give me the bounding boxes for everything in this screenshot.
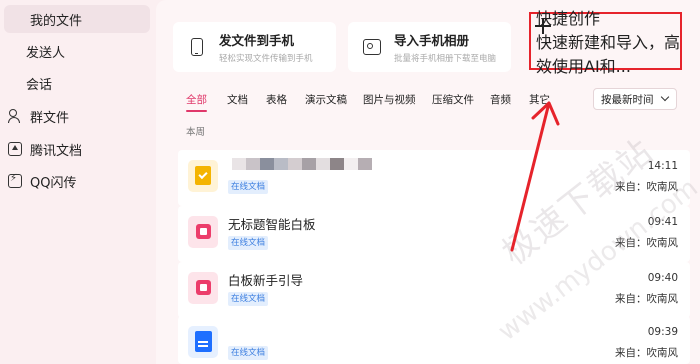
grid-icon: [8, 12, 22, 26]
quick-create-highlight: 快捷创作 快速新建和导入，高效使用AI和...: [529, 9, 682, 76]
file-source: 来自：吹南风: [615, 347, 678, 359]
file-row[interactable]: 在线文档 09:39 来自：吹南风: [178, 316, 690, 364]
card-subtitle: 批量将手机相册下载至电脑: [394, 54, 497, 64]
chevron-down-icon: [660, 92, 670, 102]
file-row[interactable]: 无标题智能白板 在线文档 09:41 来自：吹南风: [178, 206, 690, 262]
file-time: 14:11: [647, 160, 678, 172]
sidebar-item-label: 发送人: [26, 45, 66, 61]
tab-slides[interactable]: 演示文稿: [305, 92, 347, 107]
sidebar: 我的文件 发送人 会话 群文件 腾讯文档 QQ闪传: [0, 0, 156, 364]
sidebar-item-tencent-docs[interactable]: 腾讯文档: [4, 135, 150, 163]
sidebar-item-label: 腾讯文档: [30, 143, 83, 159]
tab-other[interactable]: 其它: [529, 92, 550, 107]
tencent-doc-icon: [8, 142, 22, 156]
album-icon: [360, 35, 384, 59]
tab-archives[interactable]: 压缩文件: [432, 92, 474, 107]
file-name: 无标题智能白板: [228, 217, 316, 232]
online-doc-badge: 在线文档: [228, 346, 269, 360]
people-icon: [8, 109, 22, 123]
file-row[interactable]: 白板新手引导 在线文档 09:40 来自：吹南风: [178, 262, 690, 318]
sidebar-item-label: 我的文件: [30, 13, 83, 29]
sidebar-item-label: 会话: [26, 77, 53, 93]
card-title: 导入手机相册: [394, 33, 470, 48]
tab-audio[interactable]: 音频: [490, 92, 511, 107]
tab-images-videos[interactable]: 图片与视频: [363, 92, 416, 107]
sidebar-item-label: QQ闪传: [30, 175, 77, 191]
import-album-card[interactable]: 导入手机相册 批量将手机相册下载至电脑: [348, 22, 511, 72]
sidebar-item-my-files[interactable]: 我的文件: [4, 5, 150, 33]
blue-doc-icon: [188, 326, 218, 358]
card-subtitle: 轻松实现文件传输到手机: [219, 54, 313, 64]
file-time: 09:39: [647, 326, 678, 338]
tab-all[interactable]: 全部: [186, 92, 207, 112]
yellow-doc-icon: [188, 160, 218, 192]
file-source: 来自：吹南风: [615, 181, 678, 193]
sidebar-item-label: 群文件: [30, 110, 70, 126]
sidebar-item-sessions[interactable]: 会话: [4, 69, 150, 97]
blurred-filename: [232, 158, 372, 170]
file-source: 来自：吹南风: [615, 293, 678, 305]
sort-dropdown[interactable]: 按最新时间: [593, 88, 677, 110]
send-to-phone-card[interactable]: 发文件到手机 轻松实现文件传输到手机: [173, 22, 336, 72]
flash-icon: [8, 173, 22, 188]
online-doc-badge: 在线文档: [228, 236, 269, 250]
online-doc-badge: 在线文档: [228, 292, 269, 306]
whiteboard-icon: [188, 216, 218, 248]
quick-create-card[interactable]: 快捷创作 快速新建和导入，高效使用AI和...: [531, 9, 680, 76]
tab-sheets[interactable]: 表格: [266, 92, 287, 107]
section-label: 本周: [186, 127, 206, 138]
card-title: 快捷创作: [536, 9, 601, 28]
whiteboard-icon: [188, 272, 218, 304]
sidebar-item-group-files[interactable]: 群文件: [4, 102, 150, 130]
online-doc-badge: 在线文档: [228, 180, 269, 194]
card-title: 发文件到手机: [219, 33, 295, 48]
sort-label: 按最新时间: [601, 93, 654, 106]
file-time: 09:40: [647, 272, 678, 284]
sidebar-item-qq-flash[interactable]: QQ闪传: [4, 167, 150, 195]
tab-docs[interactable]: 文档: [227, 92, 248, 107]
sidebar-item-senders[interactable]: 发送人: [4, 37, 150, 65]
file-row[interactable]: 在线文档 14:11 来自：吹南风: [178, 150, 690, 206]
file-name: 白板新手引导: [228, 273, 304, 288]
file-source: 来自：吹南风: [615, 237, 678, 249]
file-time: 09:41: [647, 216, 678, 228]
phone-icon: [185, 35, 209, 59]
card-subtitle: 快速新建和导入，高效使用AI和...: [536, 33, 680, 76]
main-panel: 发文件到手机 轻松实现文件传输到手机 导入手机相册 批量将手机相册下载至电脑 快…: [156, 0, 700, 364]
